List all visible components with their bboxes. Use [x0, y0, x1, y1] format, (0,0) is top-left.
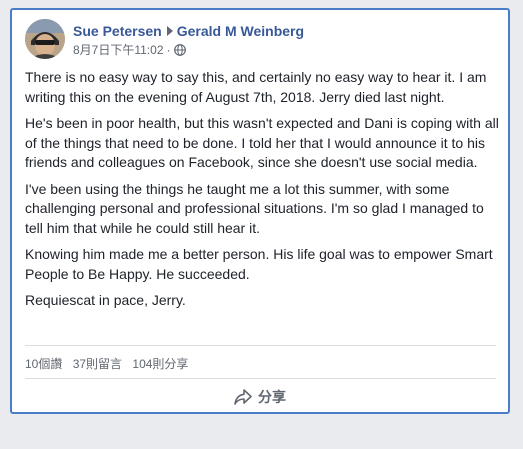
post-paragraph: He's been in poor health, but this wasn'… [25, 115, 499, 170]
share-button[interactable]: 分享 [224, 383, 296, 411]
divider [25, 378, 496, 379]
reactions-count-link[interactable]: 10個讚 [25, 357, 62, 371]
globe-icon[interactable] [173, 44, 186, 56]
avatar[interactable] [25, 19, 65, 59]
author-name-link[interactable]: Sue Petersen [73, 23, 162, 39]
post-body: There is no easy way to say this, and ce… [25, 68, 503, 318]
meta-separator: · [166, 43, 171, 57]
arrow-right-icon [166, 26, 173, 36]
share-label: 分享 [258, 389, 286, 405]
post-paragraph: Requiescat in pace, Jerry. [25, 292, 186, 308]
post-meta: 8月7日下午11:02 · [73, 42, 186, 58]
share-arrow-icon [234, 389, 252, 405]
post-paragraph: Knowing him made me a better person. His… [25, 246, 493, 282]
post-names: Sue Petersen Gerald M Weinberg [73, 22, 304, 40]
target-name-link[interactable]: Gerald M Weinberg [177, 23, 304, 39]
comments-count-link[interactable]: 37則留言 [73, 357, 122, 371]
avatar-image [25, 19, 65, 59]
shares-count-link[interactable]: 104則分享 [132, 357, 188, 371]
post-stats: 10個讚 37則留言 104則分享 [25, 355, 195, 372]
post-card: Sue Petersen Gerald M Weinberg 8月7日下午11:0… [10, 8, 510, 414]
post-paragraph: I've been using the things he taught me … [25, 180, 484, 236]
post-header: Sue Petersen Gerald M Weinberg 8月7日下午11:0… [25, 19, 496, 63]
action-bar: 分享 [12, 382, 508, 412]
timestamp-link[interactable]: 8月7日下午11:02 [73, 43, 164, 57]
post-paragraph: There is no easy way to say this, and ce… [25, 69, 487, 105]
divider [25, 345, 496, 346]
